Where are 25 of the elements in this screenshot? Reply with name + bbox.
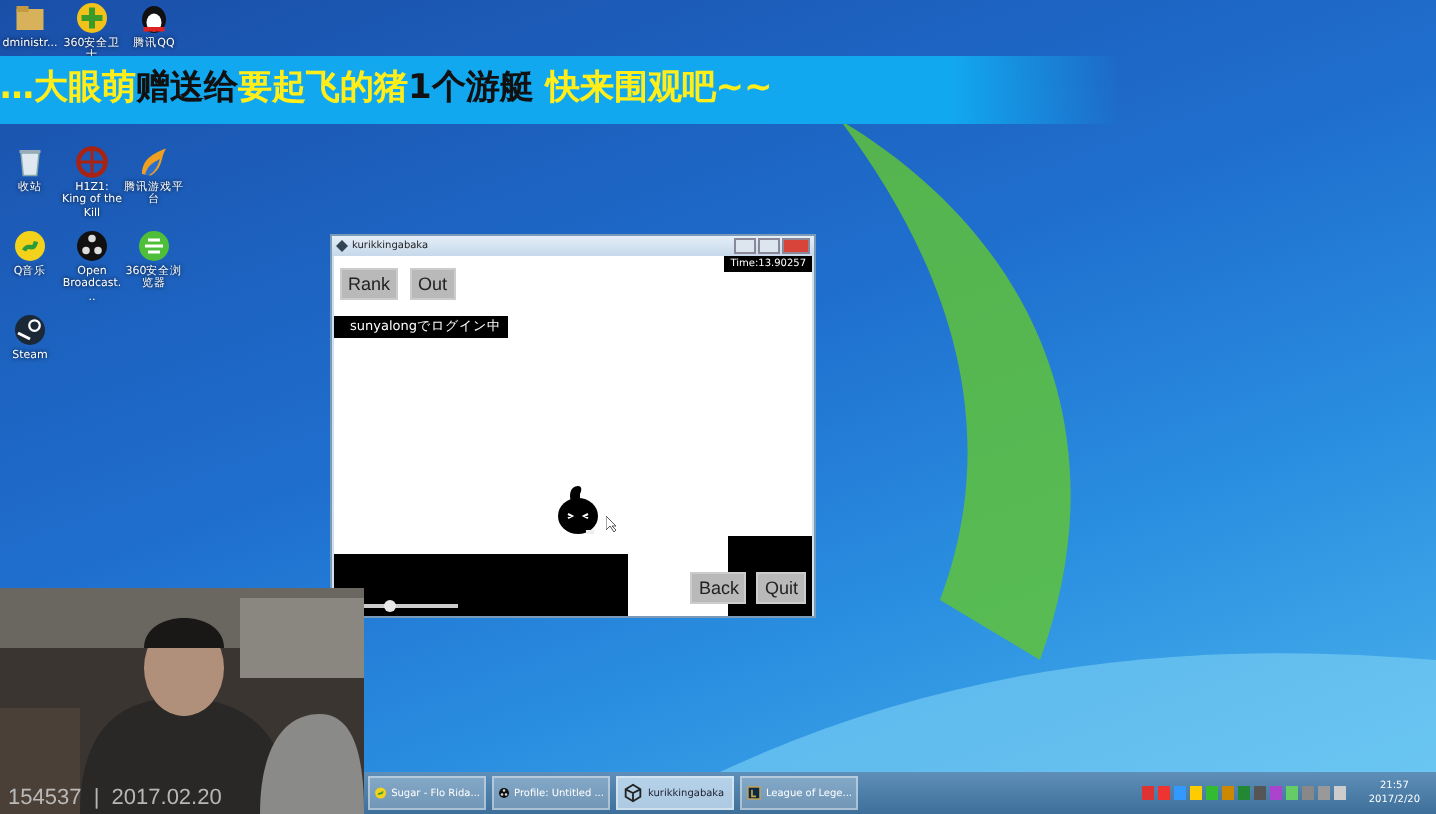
globe-icon [136,227,172,264]
letter-tile-icon [746,782,762,804]
minimize-button[interactable] [734,238,756,254]
shield-icon [74,0,110,36]
circle-dots-icon [498,782,511,804]
out-button[interactable]: Out [410,268,456,300]
quit-button[interactable]: Quit [756,572,806,604]
music-icon [374,782,388,804]
cube-icon [622,782,644,804]
volume-slider[interactable] [362,600,458,612]
gift-announcement: …大眼萌赠送给要起飞的猪1个游艇 快来围观吧~~ [0,66,773,110]
back-button[interactable]: Back [690,572,747,604]
flame-icon [136,144,172,180]
stream-timestamp: 154537 | 2017.02.20 [8,786,222,810]
circle-dots-icon [74,227,110,264]
penguin-icon [136,0,172,36]
music-icon [12,227,48,264]
rank-button[interactable]: Rank [340,268,399,300]
crosshair-icon [74,144,110,180]
maximize-button[interactable] [758,238,780,254]
character-drawing [552,484,604,536]
app-icon [336,240,348,252]
folder-icon [12,0,48,36]
steam-icon [12,311,48,348]
cursor-icon [606,516,616,532]
